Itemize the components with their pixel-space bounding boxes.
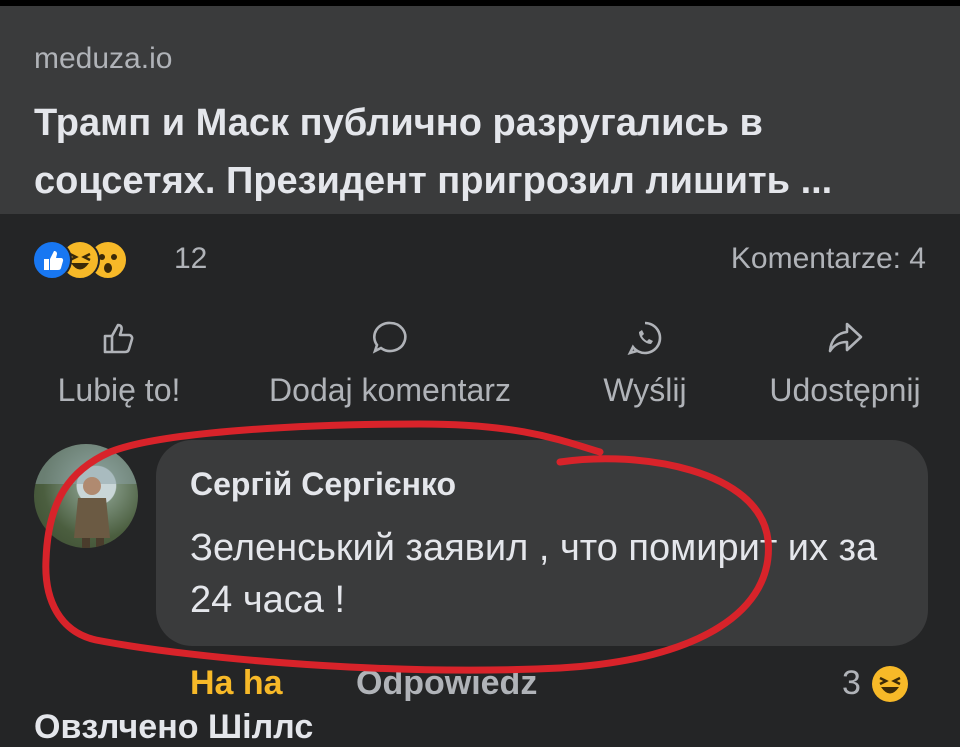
person-photo-icon xyxy=(34,444,138,548)
like-button[interactable]: Lubię to! xyxy=(24,318,214,418)
send-button[interactable]: Wyślij xyxy=(580,318,710,418)
reaction-count[interactable]: 12 xyxy=(174,242,207,276)
whatsapp-icon xyxy=(627,321,662,356)
share-arrow-icon xyxy=(828,322,863,353)
commenter-avatar[interactable] xyxy=(34,444,138,548)
post-stats: 12 Komentarze: 4 xyxy=(0,236,960,286)
reaction-icons[interactable] xyxy=(32,240,162,280)
thumbs-up-icon xyxy=(103,323,134,354)
like-icon xyxy=(32,240,72,280)
comment-text: Зеленський заявил , что помирит их за 24… xyxy=(190,527,878,621)
comment-reaction-button[interactable]: Ha ha xyxy=(190,664,283,703)
link-domain: meduza.io xyxy=(34,42,173,75)
link-preview-card[interactable]: meduza.io Трамп и Маск публично разругал… xyxy=(0,6,960,214)
comment-actions: Ha ha Odpowiedz 3 xyxy=(0,660,960,710)
reply-button[interactable]: Odpowiedz xyxy=(356,664,537,703)
like-button-label: Lubię to! xyxy=(57,372,181,408)
send-button-label: Wyślij xyxy=(603,372,687,408)
share-button[interactable]: Udostępnij xyxy=(740,318,950,418)
add-comment-button[interactable]: Dodaj komentarz xyxy=(240,318,540,418)
comment-reaction-count[interactable]: 3 xyxy=(842,664,861,703)
share-button-label: Udostępnij xyxy=(769,372,921,408)
next-comment-author[interactable]: Овзлчено Шіллс xyxy=(34,708,313,747)
add-comment-label: Dodaj komentarz xyxy=(269,372,511,408)
comment-count[interactable]: Komentarze: 4 xyxy=(731,242,926,276)
link-title[interactable]: Трамп и Маск публично разругались в соцс… xyxy=(34,94,934,210)
comment-author[interactable]: Сергій Сергієнко xyxy=(190,466,456,503)
comment-bubble-icon xyxy=(372,321,407,354)
post-action-bar: Lubię to! Dodaj komentarz Wyślij Udostęp… xyxy=(0,318,960,418)
comment-bubble[interactable]: Сергій Сергієнко Зеленський заявил , что… xyxy=(156,440,928,646)
haha-icon xyxy=(872,666,908,702)
